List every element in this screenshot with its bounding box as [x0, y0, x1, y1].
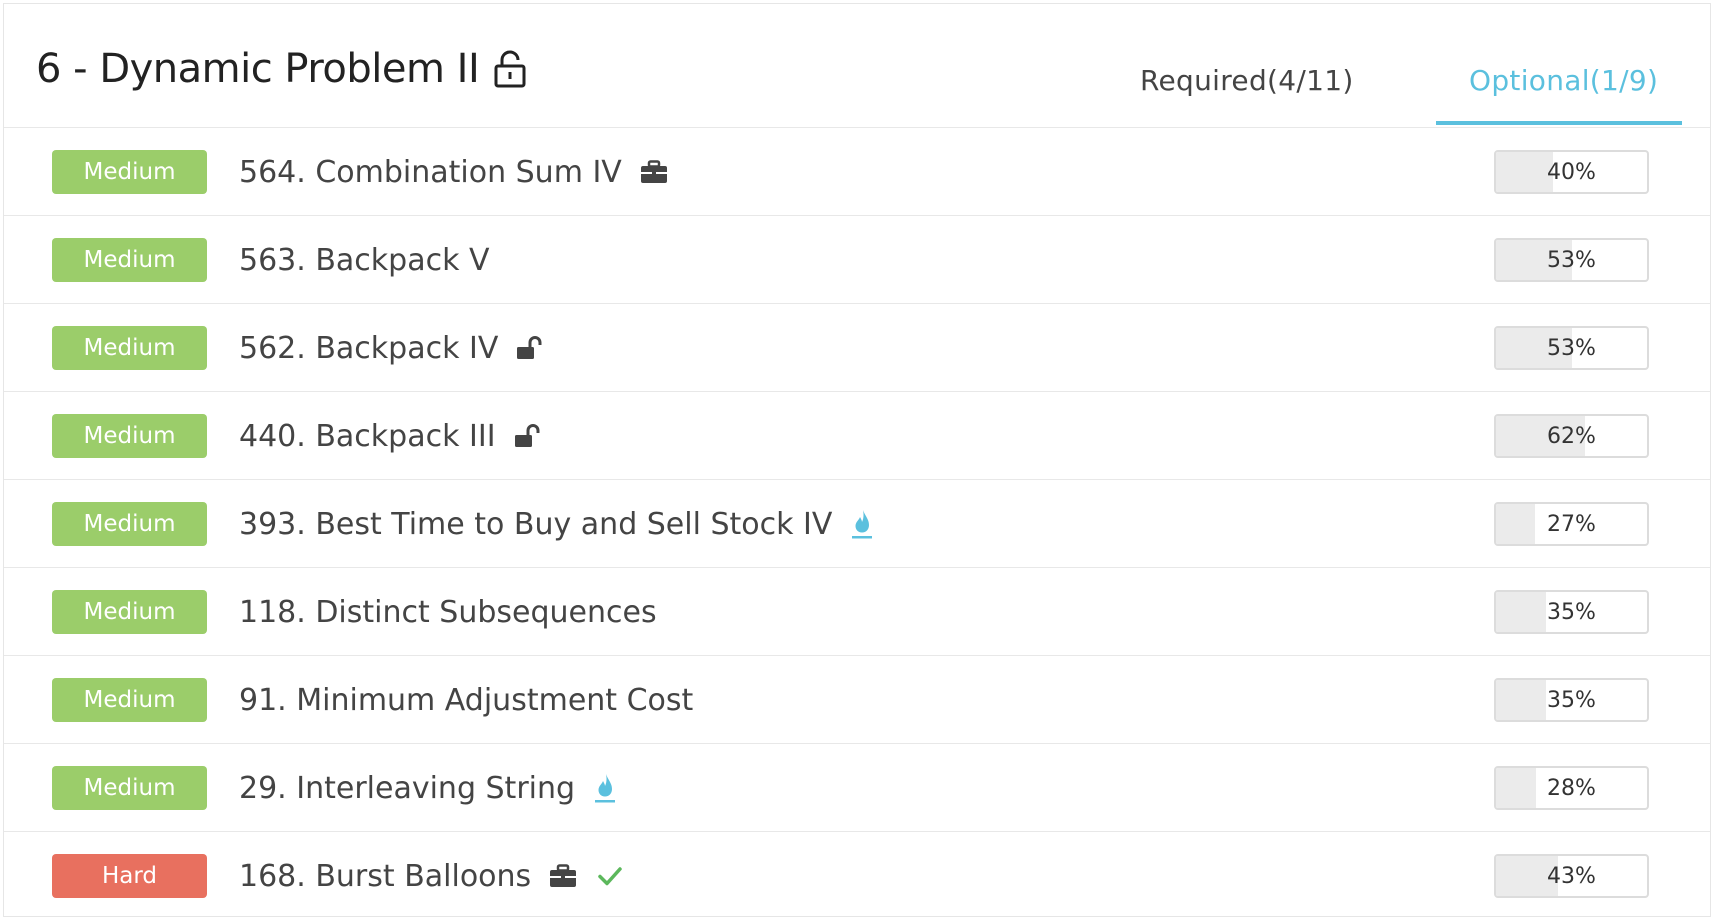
acceptance-rate: 53% [1547, 247, 1596, 273]
page-title: 6 - Dynamic Problem II [36, 46, 527, 92]
acceptance-bar: 28% [1494, 766, 1649, 810]
problem-link[interactable]: 563. Backpack V [239, 216, 490, 304]
difficulty-badge: Medium [52, 238, 207, 282]
unlock-icon [514, 424, 540, 448]
problem-title: 440. Backpack III [239, 418, 496, 454]
acceptance-bar: 27% [1494, 502, 1649, 546]
acceptance-bar: 43% [1494, 854, 1649, 898]
problem-row[interactable]: Medium 393. Best Time to Buy and Sell Sto… [4, 480, 1710, 568]
acceptance-rate: 62% [1547, 423, 1596, 449]
problem-title: 563. Backpack V [239, 242, 490, 278]
problem-row[interactable]: Medium 29. Interleaving String 28% [4, 744, 1710, 832]
problem-icons [593, 772, 617, 804]
problem-link[interactable]: 91. Minimum Adjustment Cost [239, 656, 693, 744]
difficulty-badge: Medium [52, 502, 207, 546]
acceptance-rate: 40% [1547, 159, 1596, 185]
difficulty-badge: Medium [52, 766, 207, 810]
problem-icons [640, 160, 668, 184]
problem-row[interactable]: Medium 91. Minimum Adjustment Cost 35% [4, 656, 1710, 744]
difficulty-badge: Medium [52, 150, 207, 194]
problem-row[interactable]: Medium 562. Backpack IV 53% [4, 304, 1710, 392]
problem-title: 91. Minimum Adjustment Cost [239, 682, 694, 718]
problem-icons [516, 336, 542, 360]
problem-icons [850, 508, 874, 540]
problem-row[interactable]: Medium 118. Distinct Subsequences 35% [4, 568, 1710, 656]
acceptance-bar: 35% [1494, 678, 1649, 722]
problem-list: Medium 564. Combination Sum IV 40% Medium 56… [4, 128, 1710, 920]
problem-title: 29. Interleaving String [239, 770, 576, 806]
briefcase-icon [549, 864, 577, 888]
acceptance-bar: 53% [1494, 326, 1649, 370]
problem-link[interactable]: 440. Backpack III [239, 392, 540, 480]
acceptance-bar: 40% [1494, 150, 1649, 194]
acceptance-bar: 53% [1494, 238, 1649, 282]
problem-title: 168. Burst Balloons [239, 858, 532, 894]
acceptance-rate: 27% [1547, 511, 1596, 537]
tab-optional[interactable]: Optional(1/9) [1469, 64, 1658, 97]
problem-icons [549, 864, 623, 888]
problem-list-panel: 6 - Dynamic Problem II Required(4/11) Op… [3, 3, 1711, 917]
acceptance-rate: 28% [1547, 775, 1596, 801]
flame-icon [593, 772, 617, 804]
problem-link[interactable]: 29. Interleaving String [239, 744, 617, 832]
acceptance-rate: 35% [1547, 687, 1596, 713]
panel-header: 6 - Dynamic Problem II Required(4/11) Op… [4, 4, 1710, 128]
problem-link[interactable]: 564. Combination Sum IV [239, 128, 668, 216]
problem-link[interactable]: 393. Best Time to Buy and Sell Stock IV [239, 480, 874, 568]
difficulty-badge: Medium [52, 678, 207, 722]
difficulty-badge: Medium [52, 326, 207, 370]
acceptance-bar: 62% [1494, 414, 1649, 458]
problem-title: 393. Best Time to Buy and Sell Stock IV [239, 506, 833, 542]
flame-icon [850, 508, 874, 540]
briefcase-icon [640, 160, 668, 184]
problem-link[interactable]: 562. Backpack IV [239, 304, 542, 392]
check-icon [597, 865, 623, 887]
problem-title: 564. Combination Sum IV [239, 154, 622, 190]
problem-link[interactable]: 118. Distinct Subsequences [239, 568, 657, 656]
acceptance-rate: 35% [1547, 599, 1596, 625]
problem-title: 562. Backpack IV [239, 330, 499, 366]
acceptance-rate: 53% [1547, 335, 1596, 361]
problem-link[interactable]: 168. Burst Balloons [239, 832, 623, 920]
problem-row[interactable]: Hard 168. Burst Balloons 43% [4, 832, 1710, 920]
problem-title: 118. Distinct Subsequences [239, 594, 657, 630]
problem-row[interactable]: Medium 440. Backpack III 62% [4, 392, 1710, 480]
problem-icons [514, 424, 540, 448]
difficulty-badge: Hard [52, 854, 207, 898]
difficulty-badge: Medium [52, 590, 207, 634]
problem-row[interactable]: Medium 564. Combination Sum IV 40% [4, 128, 1710, 216]
unlock-icon [516, 336, 542, 360]
problem-row[interactable]: Medium 563. Backpack V 53% [4, 216, 1710, 304]
acceptance-rate: 43% [1547, 863, 1596, 889]
acceptance-bar: 35% [1494, 590, 1649, 634]
difficulty-badge: Medium [52, 414, 207, 458]
page-title-text: 6 - Dynamic Problem II [36, 46, 480, 92]
lock-icon [493, 50, 527, 88]
active-tab-indicator [1436, 121, 1682, 125]
tab-required[interactable]: Required(4/11) [1140, 64, 1354, 97]
